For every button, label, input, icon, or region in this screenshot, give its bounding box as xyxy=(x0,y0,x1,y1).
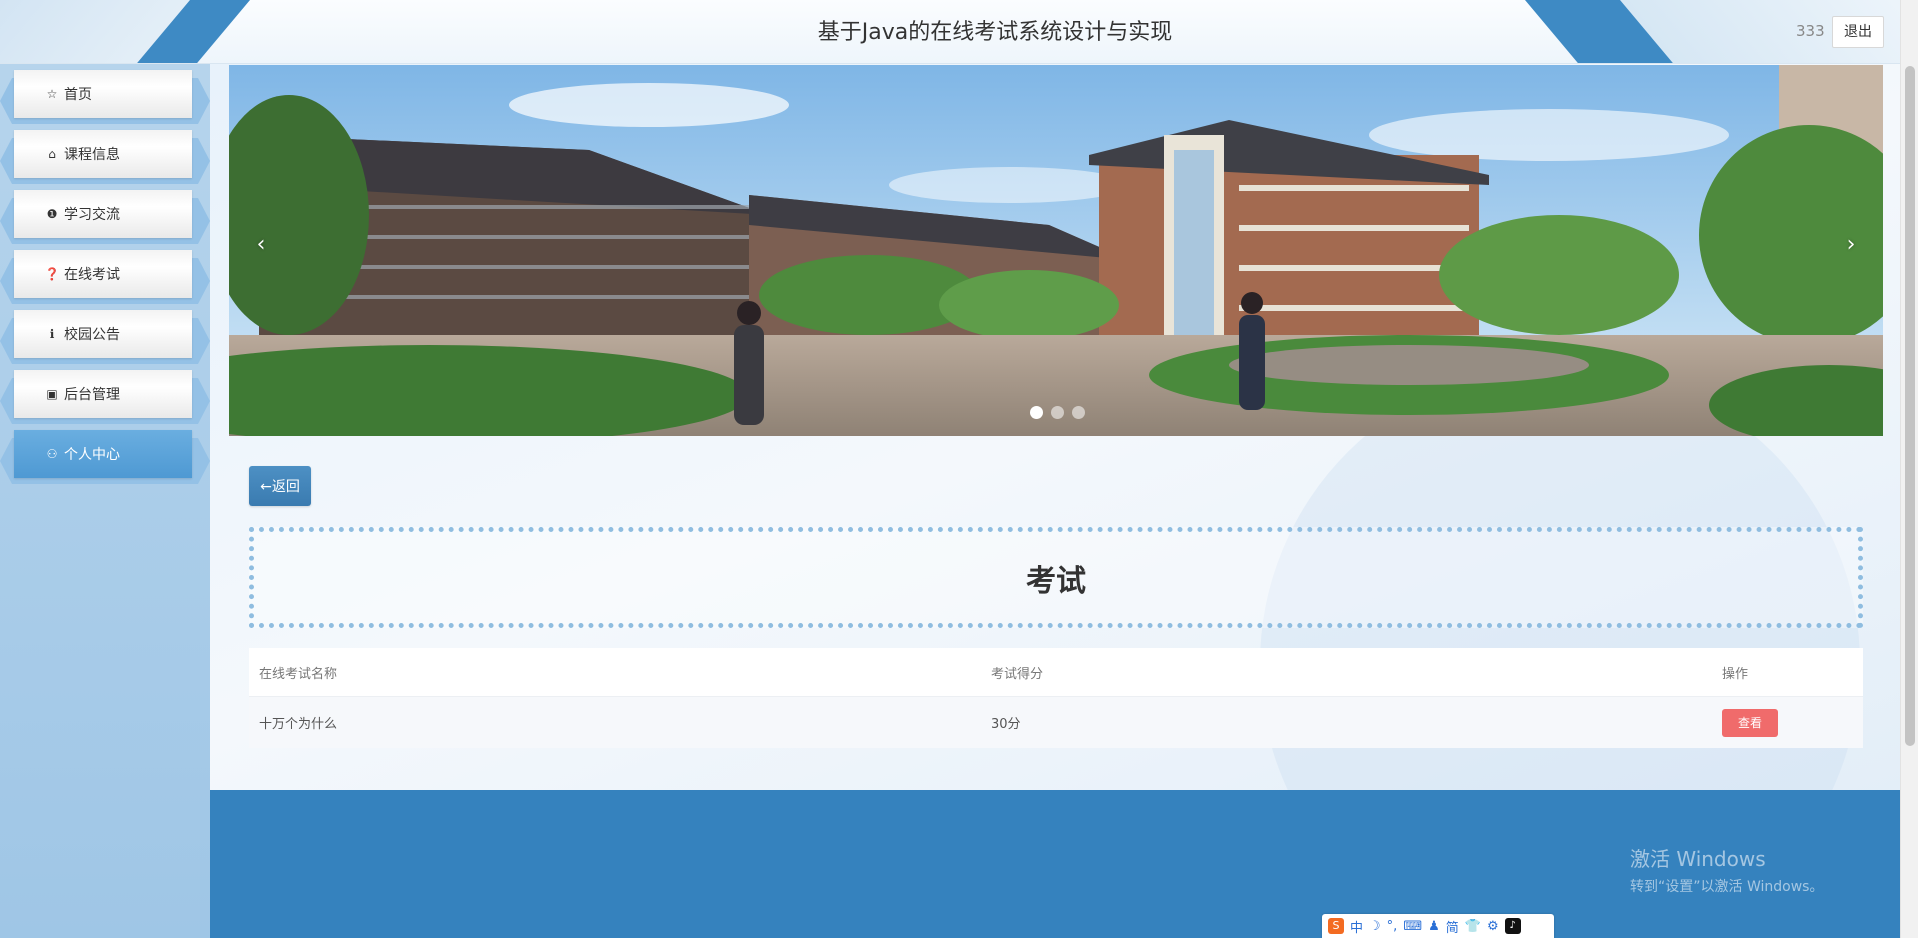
star-icon: ☆ xyxy=(46,87,58,101)
table-header-row: 在线考试名称 考试得分 操作 xyxy=(249,648,1863,696)
tiktok-icon[interactable]: ♪ xyxy=(1504,918,1521,934)
help-circle-icon: ❓ xyxy=(44,267,60,281)
sidebar-item-label: 课程信息 xyxy=(64,147,120,163)
top-header: 基于Java的在线考试系统设计与实现 333 退出 xyxy=(0,0,1900,64)
column-header-exam-name: 在线考试名称 xyxy=(259,666,338,682)
banner-carousel[interactable]: ‹ › xyxy=(229,65,1883,436)
punctuation-icon[interactable]: °, xyxy=(1387,919,1398,934)
logout-button[interactable]: 退出 xyxy=(1832,16,1884,48)
keyboard-icon[interactable]: ⌨ xyxy=(1403,919,1422,934)
action-cell: 查看 xyxy=(1722,697,1778,748)
user-icon: ⚇ xyxy=(46,447,58,461)
section-title: 考试 xyxy=(1026,563,1086,599)
exam-results-table: 在线考试名称 考试得分 操作 十万个为什么 30分 查看 xyxy=(249,648,1863,748)
settings-icon[interactable]: ⚙ xyxy=(1487,919,1499,934)
section-title-box: 考试 xyxy=(249,527,1863,628)
column-header-action: 操作 xyxy=(1722,666,1749,682)
nav-plate[interactable]: ▣ 后台管理 xyxy=(14,370,192,418)
carousel-prev-arrow[interactable]: ‹ xyxy=(249,225,273,265)
sidebar-item-online-exam[interactable]: ❓ 在线考试 xyxy=(0,250,210,310)
ime-chinese-mode[interactable]: 中 xyxy=(1350,917,1363,936)
carousel-dot-3[interactable] xyxy=(1072,406,1085,419)
site-title: 基于Java的在线考试系统设计与实现 xyxy=(817,20,1173,45)
sidebar-item-campus-notice[interactable]: ℹ 校园公告 xyxy=(0,310,210,370)
sidebar-item-label: 校园公告 xyxy=(64,327,120,343)
exam-name-cell: 十万个为什么 xyxy=(259,717,338,732)
nav-plate[interactable]: ❶ 学习交流 xyxy=(14,190,192,238)
info-circle-icon: ℹ xyxy=(49,327,55,341)
sidebar-item-course-info[interactable]: ⌂ 课程信息 xyxy=(0,130,210,190)
sidebar-item-label: 后台管理 xyxy=(64,387,120,403)
sidebar-item-label: 个人中心 xyxy=(64,447,120,463)
column-header-score: 考试得分 xyxy=(991,666,1044,682)
sidebar-item-personal-center[interactable]: ⚇ 个人中心 xyxy=(0,430,210,490)
carousel-next-arrow[interactable]: › xyxy=(1839,225,1863,265)
ime-simplified-mode[interactable]: 简 xyxy=(1446,917,1459,936)
table-row: 十万个为什么 30分 查看 xyxy=(249,696,1863,748)
nav-plate[interactable]: ⌂ 课程信息 xyxy=(14,130,192,178)
windows-activation-watermark: 激活 Windows 转到“设置”以激活 Windows。 xyxy=(1630,843,1823,896)
carousel-dot-2[interactable] xyxy=(1051,406,1064,419)
back-button[interactable]: ←返回 xyxy=(249,466,311,506)
page-scrollbar[interactable] xyxy=(1900,0,1918,938)
nav-plate[interactable]: ☆ 首页 xyxy=(14,70,192,118)
windows-activation-hint: 转到“设置”以激活 Windows。 xyxy=(1630,879,1824,895)
sogou-logo-icon[interactable]: S xyxy=(1328,918,1344,934)
briefcase-icon: ▣ xyxy=(46,387,58,401)
nav-plate[interactable]: ℹ 校园公告 xyxy=(14,310,192,358)
user-name: 333 xyxy=(1796,22,1825,40)
carousel-dots xyxy=(1030,406,1085,419)
campus-image xyxy=(229,65,1883,436)
scrollbar-thumb[interactable] xyxy=(1905,66,1915,746)
skin-icon[interactable]: 👕 xyxy=(1465,919,1481,934)
windows-activation-title: 激活 Windows xyxy=(1630,847,1766,871)
ime-toolbar: S 中 ☽ °, ⌨ ♟ 简 👕 ⚙ ♪ xyxy=(1322,914,1554,938)
nav-plate[interactable]: ⚇ 个人中心 xyxy=(14,430,192,478)
sidebar-item-study-exchange[interactable]: ❶ 学习交流 xyxy=(0,190,210,250)
sidebar-item-label: 学习交流 xyxy=(64,207,120,223)
sidebar-item-label: 在线考试 xyxy=(64,267,120,283)
exam-score-cell: 30分 xyxy=(991,717,1021,732)
nav-plate[interactable]: ❓ 在线考试 xyxy=(14,250,192,298)
alert-circle-icon: ❶ xyxy=(46,207,58,221)
moon-icon[interactable]: ☽ xyxy=(1369,919,1381,934)
bag-icon: ⌂ xyxy=(48,147,56,161)
sidebar-item-admin[interactable]: ▣ 后台管理 xyxy=(0,370,210,430)
person-icon[interactable]: ♟ xyxy=(1428,919,1440,934)
view-button[interactable]: 查看 xyxy=(1722,708,1778,737)
carousel-dot-1[interactable] xyxy=(1030,406,1043,419)
sidebar-item-home[interactable]: ☆ 首页 xyxy=(0,70,210,130)
sidebar-item-label: 首页 xyxy=(64,87,92,103)
